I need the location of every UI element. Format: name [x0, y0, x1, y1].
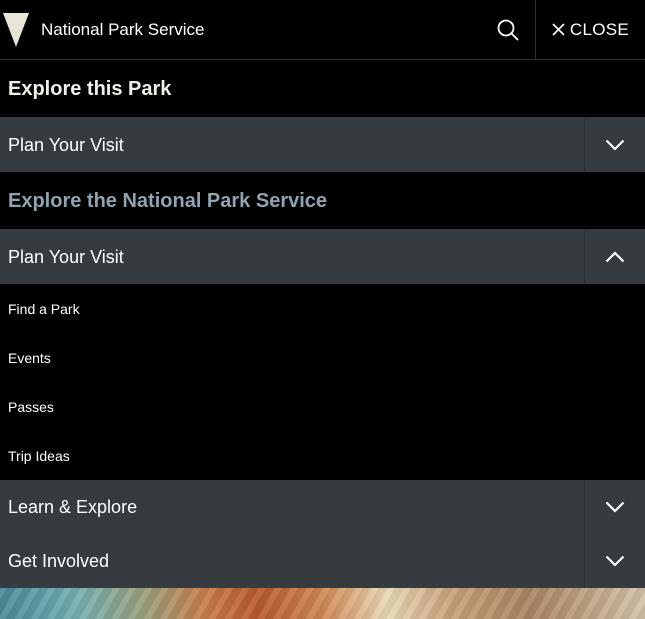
link-trip-ideas[interactable]: Trip Ideas: [8, 447, 70, 465]
search-icon: [497, 19, 519, 40]
close-label: CLOSE: [569, 19, 630, 39]
accordion-label[interactable]: Get Involved: [8, 550, 109, 572]
collapse-toggle[interactable]: [584, 229, 645, 284]
accordion-label[interactable]: Learn & Explore: [8, 496, 137, 518]
explore-park-heading[interactable]: Explore this Park: [8, 77, 171, 101]
chevron-down-icon: [605, 555, 625, 567]
chevron-down-icon: [605, 501, 625, 513]
site-title[interactable]: National Park Service: [41, 19, 204, 41]
close-icon: [552, 23, 565, 36]
accordion-get-involved[interactable]: Get Involved: [0, 534, 645, 588]
explore-nps-heading[interactable]: Explore the National Park Service: [8, 189, 327, 213]
search-button[interactable]: [481, 0, 535, 59]
expand-toggle[interactable]: [584, 117, 645, 172]
link-passes[interactable]: Passes: [8, 398, 54, 416]
accordion-label[interactable]: Plan Your Visit: [8, 134, 124, 156]
accordion-group: Learn & Explore Get Involved: [0, 480, 645, 588]
arrowhead-logo-icon[interactable]: [3, 13, 29, 47]
link-find-a-park[interactable]: Find a Park: [8, 300, 80, 318]
link-events[interactable]: Events: [8, 349, 51, 367]
accordion-nps-plan-visit[interactable]: Plan Your Visit: [0, 229, 645, 284]
chevron-down-icon: [605, 139, 625, 151]
hero-image: [0, 588, 645, 619]
accordion-park-plan-visit[interactable]: Plan Your Visit: [0, 117, 645, 172]
expand-toggle[interactable]: [584, 534, 645, 588]
site-header: National Park Service CLOSE: [0, 0, 645, 60]
accordion-learn-explore[interactable]: Learn & Explore: [0, 480, 645, 534]
expand-toggle[interactable]: [584, 480, 645, 534]
accordion-label[interactable]: Plan Your Visit: [8, 246, 124, 268]
close-button[interactable]: CLOSE: [535, 0, 645, 59]
chevron-up-icon: [605, 250, 625, 262]
